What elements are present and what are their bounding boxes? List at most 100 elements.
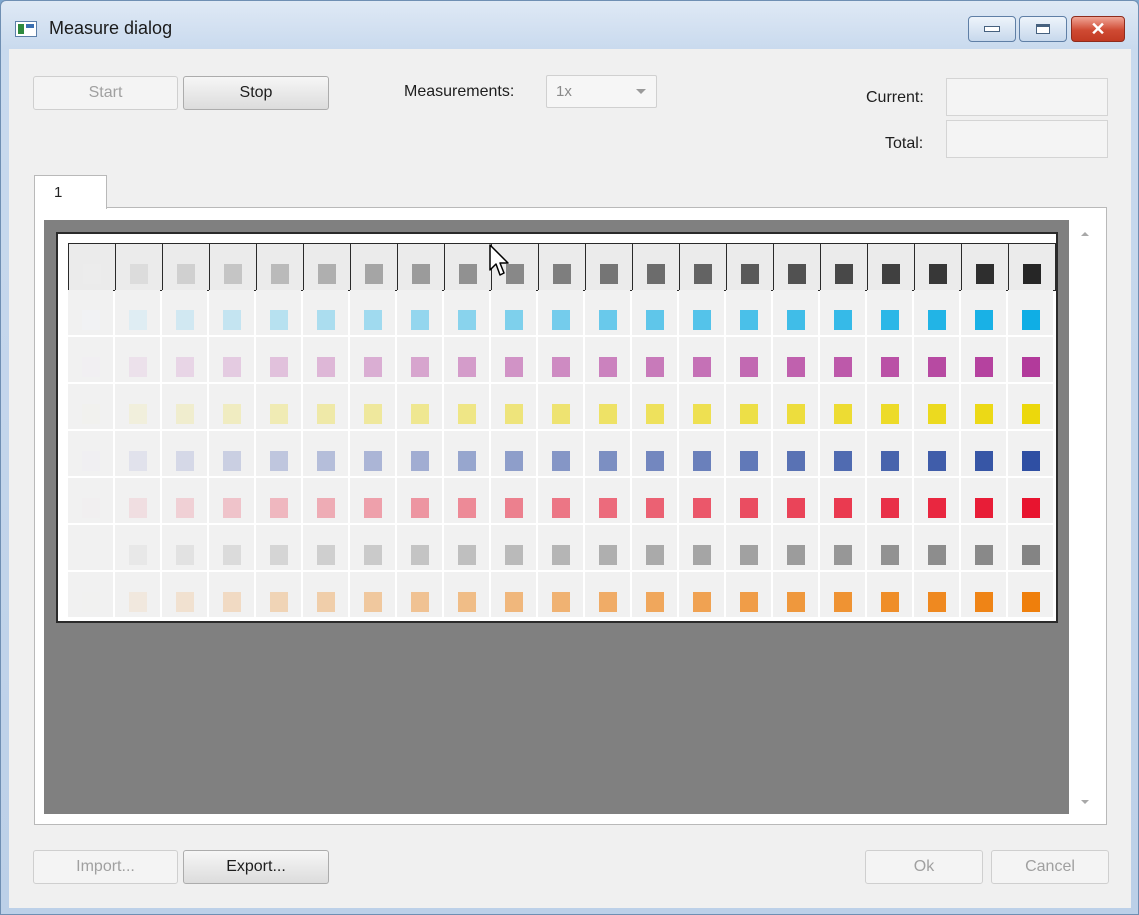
patch-cell-cyan-7 (350, 290, 395, 335)
color-patch (599, 310, 617, 330)
color-patch (975, 310, 993, 330)
patch-cell-yellow-19 (914, 384, 959, 429)
color-patch (223, 545, 241, 565)
app-icon (15, 21, 37, 37)
patch-cell-orange-17 (820, 572, 865, 617)
patch-cell-orange-1 (68, 572, 113, 617)
patch-cell-orange-10 (491, 572, 536, 617)
minimize-button[interactable] (968, 16, 1016, 42)
export-button[interactable]: Export... (183, 850, 329, 884)
color-patch (82, 498, 100, 518)
scroll-down-icon[interactable] (1081, 800, 1089, 804)
color-patch (787, 310, 805, 330)
color-patch (834, 357, 852, 377)
measurements-select[interactable]: 1x (546, 75, 657, 108)
color-patch (599, 498, 617, 518)
color-patch (552, 310, 570, 330)
color-patch (834, 404, 852, 424)
patch-cell-magenta-21 (1008, 337, 1053, 382)
title-bar[interactable]: Measure dialog ✕ (1, 1, 1138, 49)
patch-cell-red-1 (68, 478, 113, 523)
color-patch (411, 592, 429, 612)
color-patch (788, 264, 806, 284)
color-patch (505, 592, 523, 612)
patch-cell-cyan-8 (397, 290, 442, 335)
patch-cell-gray-11 (538, 243, 586, 291)
color-patch (317, 545, 335, 565)
color-patch (599, 451, 617, 471)
scroll-up-icon[interactable] (1081, 232, 1089, 236)
import-button[interactable]: Import... (33, 850, 178, 884)
maximize-button[interactable] (1019, 16, 1067, 42)
patch-cell-cyan-13 (632, 290, 677, 335)
patch-cell-yellow-12 (585, 384, 630, 429)
close-button[interactable]: ✕ (1071, 16, 1125, 42)
color-patch (364, 498, 382, 518)
start-button[interactable]: Start (33, 76, 178, 110)
patch-cell-neutral-gray-16 (773, 525, 818, 570)
patch-cell-cyan-19 (914, 290, 959, 335)
patch-cell-orange-19 (914, 572, 959, 617)
cancel-button[interactable]: Cancel (991, 850, 1109, 884)
measure-dialog-window: Measure dialog ✕ Start Stop Measurements… (0, 0, 1139, 915)
chevron-down-icon (636, 89, 646, 94)
patch-cell-blue-11 (538, 431, 583, 476)
patch-cell-cyan-11 (538, 290, 583, 335)
color-patch (834, 310, 852, 330)
patch-cell-red-5 (256, 478, 301, 523)
patch-cell-blue-7 (350, 431, 395, 476)
color-patch (647, 264, 665, 284)
color-patch (82, 592, 100, 612)
stop-button[interactable]: Stop (183, 76, 329, 110)
color-patch (270, 404, 288, 424)
color-patch (1022, 404, 1040, 424)
color-patch (317, 404, 335, 424)
patch-cell-magenta-7 (350, 337, 395, 382)
patch-cell-neutral-gray-1 (68, 525, 113, 570)
vertical-scrollbar[interactable] (1073, 220, 1097, 814)
patch-cell-cyan-17 (820, 290, 865, 335)
patch-cell-red-8 (397, 478, 442, 523)
color-patch (599, 404, 617, 424)
patch-cell-neutral-gray-7 (350, 525, 395, 570)
patch-cell-blue-10 (491, 431, 536, 476)
tab-1[interactable]: 1 (34, 175, 107, 209)
patch-cell-neutral-gray-21 (1008, 525, 1053, 570)
color-patch (834, 451, 852, 471)
patch-cell-magenta-3 (162, 337, 207, 382)
color-patch (552, 451, 570, 471)
color-patch (458, 498, 476, 518)
patch-cell-magenta-4 (209, 337, 254, 382)
patch-cell-gray-6 (303, 243, 351, 291)
color-patch (975, 404, 993, 424)
patch-cell-cyan-10 (491, 290, 536, 335)
color-patch (411, 545, 429, 565)
patch-cell-gray-12 (585, 243, 633, 291)
color-patch (646, 498, 664, 518)
color-patch (693, 592, 711, 612)
patch-cell-red-4 (209, 478, 254, 523)
patch-cell-red-12 (585, 478, 630, 523)
patch-cell-magenta-9 (444, 337, 489, 382)
color-patch (740, 357, 758, 377)
patch-cell-blue-20 (961, 431, 1006, 476)
color-patch (740, 545, 758, 565)
color-patch (928, 545, 946, 565)
color-patch (317, 451, 335, 471)
patch-cell-cyan-18 (867, 290, 912, 335)
patch-cell-neutral-gray-11 (538, 525, 583, 570)
color-patch (458, 404, 476, 424)
color-patch (317, 498, 335, 518)
color-patch (223, 357, 241, 377)
patch-cell-red-18 (867, 478, 912, 523)
patch-cell-red-16 (773, 478, 818, 523)
color-patch (552, 498, 570, 518)
color-patch (929, 264, 947, 284)
patch-cell-red-9 (444, 478, 489, 523)
color-patch (599, 545, 617, 565)
color-patch (599, 357, 617, 377)
color-patch (505, 498, 523, 518)
color-patch (82, 545, 100, 565)
patch-cell-cyan-20 (961, 290, 1006, 335)
ok-button[interactable]: Ok (865, 850, 983, 884)
